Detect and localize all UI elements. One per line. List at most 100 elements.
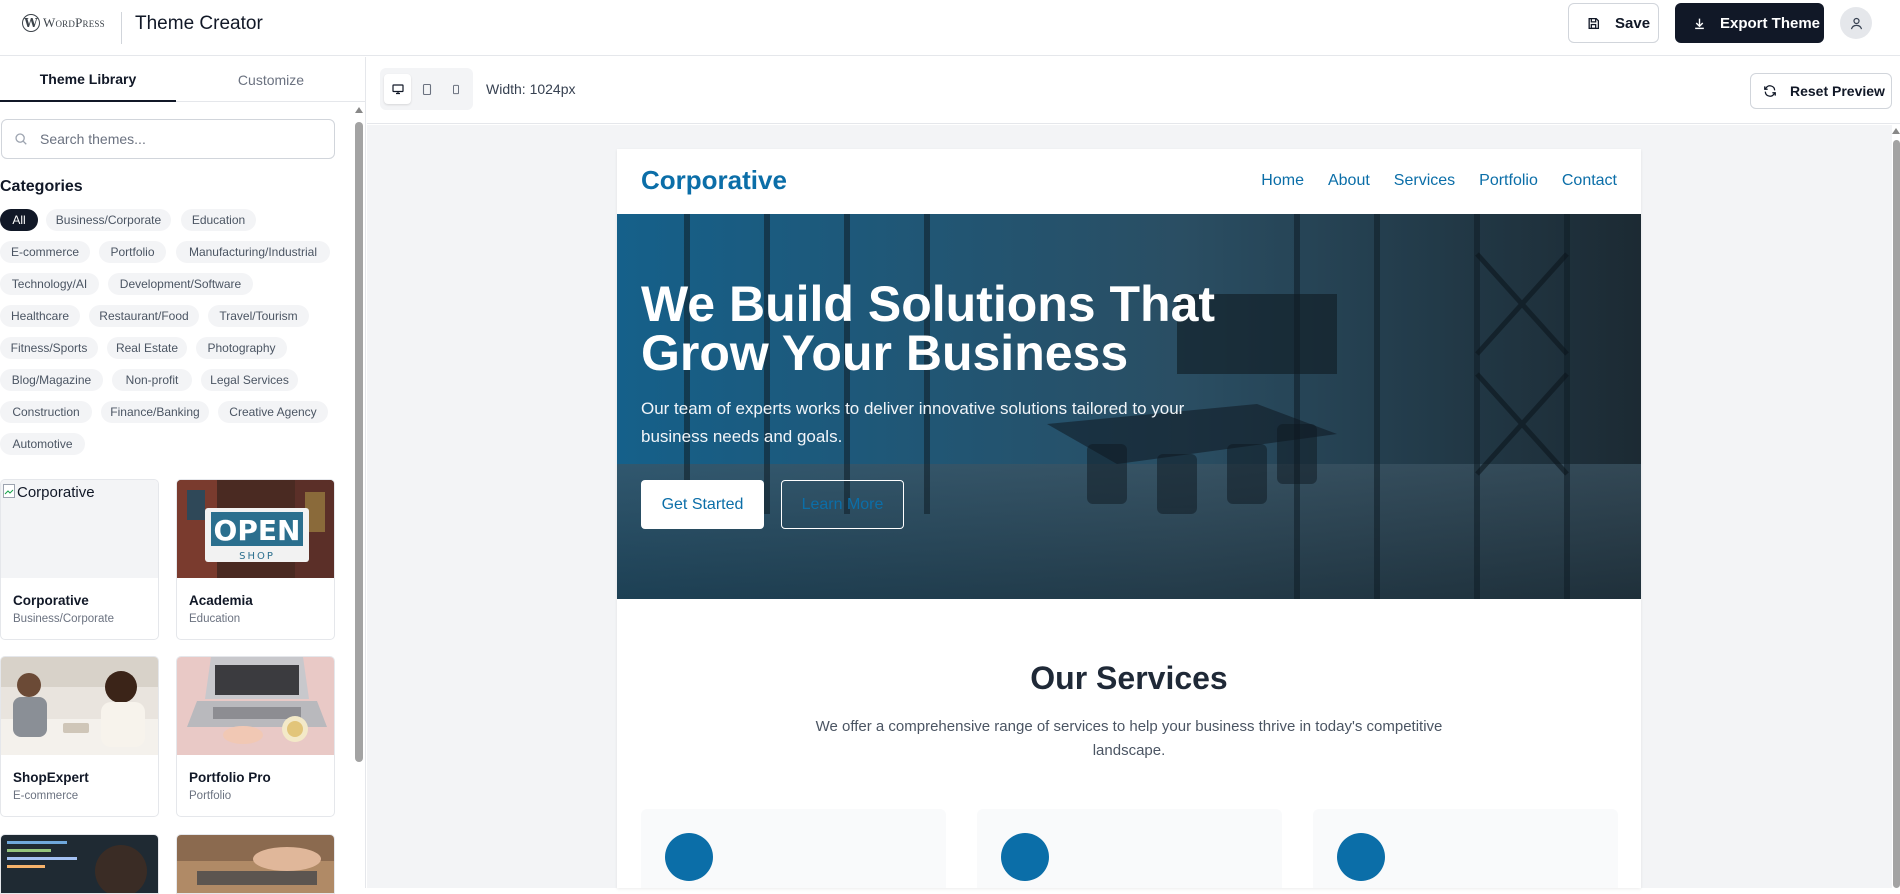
search-icon (15, 133, 27, 145)
category-chip[interactable]: Construction (0, 401, 92, 423)
export-theme-label: Export Theme (1720, 14, 1821, 32)
nav-link-services[interactable]: Services (1394, 172, 1455, 190)
category-chip[interactable]: Travel/Tourism (208, 305, 309, 327)
reset-preview-label: Reset Preview (1790, 83, 1885, 99)
category-chip[interactable]: Development/Software (108, 273, 253, 295)
theme-card-partial[interactable] (0, 834, 159, 894)
broken-image-icon (3, 484, 15, 498)
category-chip[interactable]: Photography (196, 337, 287, 359)
preview-toolbar: Width: 1024px Reset Preview (367, 57, 1900, 124)
learn-more-button[interactable]: Learn More (781, 480, 904, 529)
nav-link-portfolio[interactable]: Portfolio (1479, 172, 1538, 190)
category-chip[interactable]: Finance/Banking (101, 401, 209, 423)
theme-card-corporative[interactable]: Corporative Corporative Business/Corpora… (0, 479, 159, 640)
reset-preview-button[interactable]: Reset Preview (1750, 73, 1892, 109)
theme-category: Business/Corporate (13, 613, 114, 625)
user-icon (1850, 17, 1862, 29)
desktop-icon (391, 84, 404, 95)
theme-name: Academia (189, 593, 253, 608)
tablet-view-button[interactable] (413, 74, 440, 104)
site-logo[interactable]: Corporative (641, 165, 787, 196)
category-chip[interactable]: Portfolio (99, 241, 166, 263)
category-chip[interactable]: Healthcare (0, 305, 80, 327)
canvas-scrollbar-thumb[interactable] (1893, 140, 1900, 888)
save-button[interactable]: Save (1568, 3, 1659, 43)
category-chip[interactable]: Automotive (0, 433, 85, 455)
service-icon (665, 833, 713, 881)
theme-thumbnail-broken: Corporative (1, 480, 158, 578)
services-description: We offer a comprehensive range of servic… (815, 718, 1443, 759)
category-chip[interactable]: Technology/AI (0, 273, 99, 295)
theme-category: Education (189, 613, 241, 625)
theme-thumbnail-shopexpert (1, 657, 158, 755)
service-card[interactable] (1313, 809, 1618, 888)
download-icon (1695, 18, 1704, 29)
sidebar-scrollbar-thumb[interactable] (355, 122, 363, 762)
category-chip[interactable]: Non-profit (112, 369, 192, 391)
tablet-icon (422, 83, 431, 95)
category-chip[interactable]: Real Estate (107, 337, 187, 359)
category-chip[interactable]: Creative Agency (218, 401, 328, 423)
export-theme-button[interactable]: Export Theme (1675, 3, 1824, 43)
width-value: 1024px (529, 81, 576, 97)
hero-section: We Build Solutions That Grow Your Busine… (617, 214, 1641, 599)
floppy-disk-icon (1588, 17, 1600, 29)
header-divider (121, 12, 122, 44)
theme-card-shopexpert[interactable]: ShopExpert E-commerce (0, 656, 159, 817)
desktop-view-button[interactable] (384, 74, 411, 104)
category-chip[interactable]: E-commerce (0, 241, 90, 263)
save-button-label: Save (1615, 14, 1651, 32)
get-started-button[interactable]: Get Started (641, 480, 764, 529)
hero-title: We Build Solutions That Grow Your Busine… (641, 276, 1216, 381)
open-sign-text: OPEN (214, 514, 301, 547)
search-input[interactable] (40, 131, 320, 147)
theme-thumbnail-academia: OPEN SHOP (177, 480, 334, 578)
category-chip[interactable]: Blog/Magazine (0, 369, 103, 391)
tab-customize[interactable]: Customize (176, 57, 366, 102)
nav-link-contact[interactable]: Contact (1562, 172, 1617, 190)
top-bar: W WordPress Theme Creator Save Export Th… (0, 0, 1900, 56)
theme-thumbnail-alt-text: Corporative (17, 484, 95, 501)
category-chip-all[interactable]: All (0, 209, 38, 231)
hero-subtitle: Our team of experts works to deliver inn… (641, 399, 1185, 446)
site-nav: Home About Services Portfolio Contact (1261, 172, 1617, 190)
service-card[interactable] (977, 809, 1282, 888)
user-avatar[interactable] (1840, 7, 1872, 39)
service-card[interactable] (641, 809, 946, 888)
theme-card-portfolio-pro[interactable]: Portfolio Pro Portfolio (176, 656, 335, 817)
service-icon (1001, 833, 1049, 881)
services-heading: Our Services (1030, 660, 1228, 696)
app-title: Theme Creator (135, 13, 263, 34)
category-chip[interactable]: Manufacturing/Industrial (176, 241, 330, 263)
theme-name: Portfolio Pro (189, 770, 271, 785)
shop-sign-text: SHOP (239, 551, 275, 562)
theme-category: E-commerce (13, 790, 79, 802)
width-prefix: Width: (486, 81, 526, 97)
theme-card-academia[interactable]: OPEN SHOP Academia Education (176, 479, 335, 640)
theme-name: ShopExpert (13, 770, 89, 785)
category-chip[interactable]: Fitness/Sports (0, 337, 98, 359)
scroll-up-arrow-icon[interactable] (355, 107, 363, 113)
device-switcher (380, 68, 473, 110)
refresh-icon (1764, 85, 1776, 97)
service-icon (1337, 833, 1385, 881)
category-chip[interactable]: Education (181, 209, 256, 231)
theme-thumbnail-portfolio-pro (177, 657, 334, 755)
theme-thumbnail-keyboard (177, 835, 334, 893)
theme-name: Corporative (13, 593, 89, 608)
category-chip[interactable]: Restaurant/Food (89, 305, 199, 327)
theme-search-box[interactable] (1, 119, 335, 159)
nav-link-about[interactable]: About (1328, 172, 1370, 190)
category-chip[interactable]: Legal Services (201, 369, 298, 391)
nav-link-home[interactable]: Home (1261, 172, 1304, 190)
scroll-up-arrow-icon[interactable] (1892, 128, 1900, 134)
site-preview-frame: Corporative Home About Services Portfoli… (617, 149, 1641, 888)
preview-width-label: Width: 1024px (486, 81, 576, 97)
wordpress-logo[interactable]: W WordPress (22, 14, 105, 32)
mobile-view-button[interactable] (442, 74, 469, 104)
preview-canvas: Corporative Home About Services Portfoli… (367, 125, 1900, 888)
mobile-icon (452, 84, 459, 94)
theme-card-partial[interactable] (176, 834, 335, 894)
tab-theme-library[interactable]: Theme Library (0, 57, 176, 102)
category-chip[interactable]: Business/Corporate (46, 209, 171, 231)
